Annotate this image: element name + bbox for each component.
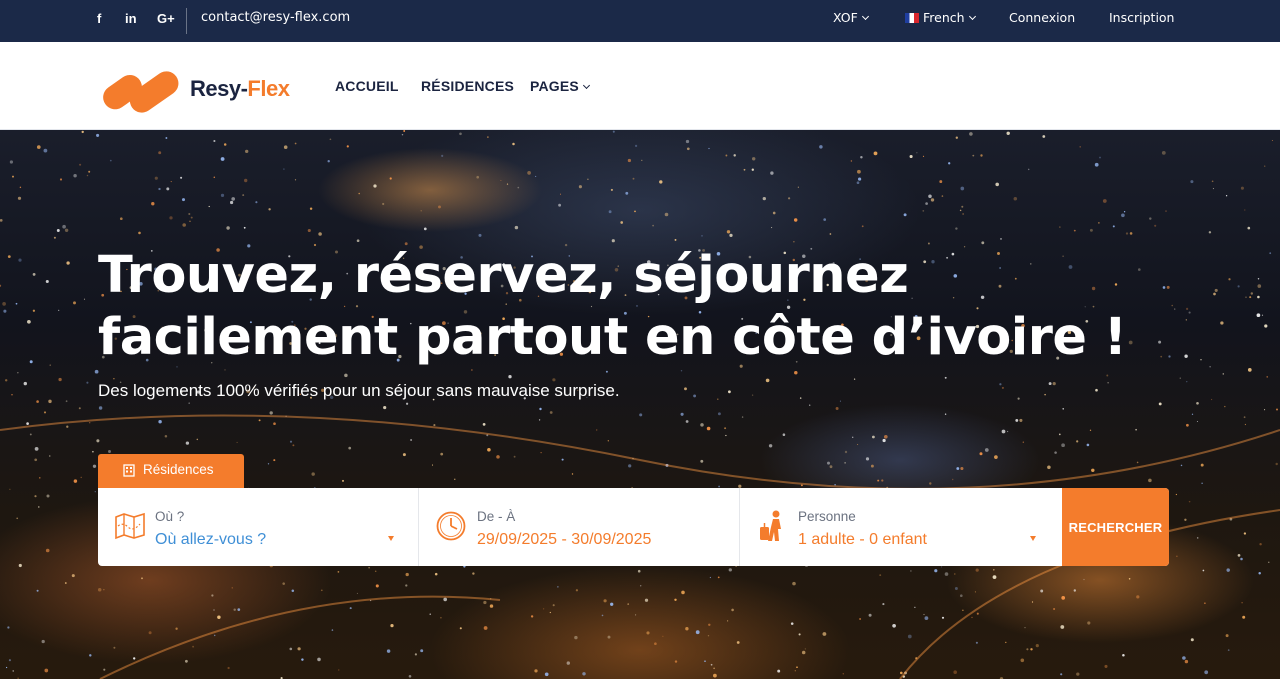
tab-residences[interactable]: Résidences xyxy=(98,454,244,488)
currency-label: XOF xyxy=(833,10,858,25)
brand-name[interactable]: Resy-Flex xyxy=(190,76,290,102)
facebook-icon[interactable]: f xyxy=(97,11,101,26)
traveler-luggage-icon xyxy=(760,510,781,541)
destination-label: Où ? xyxy=(155,509,185,524)
main-navbar: Resy-Flex ACCUEIL RÉSIDENCES PAGES xyxy=(0,42,1280,130)
login-link[interactable]: Connexion xyxy=(1009,10,1075,25)
hero-title: Trouvez, réservez, séjournez facilement … xyxy=(98,246,1127,367)
hero-subtitle: Des logements 100% vérifiés pour un séjo… xyxy=(98,381,620,400)
currency-selector[interactable]: XOF xyxy=(833,10,869,25)
destination-input[interactable]: Où allez-vous ? xyxy=(155,531,266,549)
dates-field[interactable]: De - À 29/09/2025 - 30/09/2025 xyxy=(419,488,740,566)
nav-home[interactable]: ACCUEIL xyxy=(335,78,399,94)
brand-name-accent: Flex xyxy=(247,76,290,101)
clock-icon xyxy=(436,511,466,541)
guests-field[interactable]: Personne 1 adulte - 0 enfant xyxy=(740,488,1062,566)
search-form: Où ? Où allez-vous ? De - À 29/09/2025 -… xyxy=(98,488,1169,566)
chevron-down-icon xyxy=(861,12,869,21)
guests-label: Personne xyxy=(798,509,856,524)
map-icon xyxy=(115,512,145,540)
top-bar: f in G+ contact@resy-flex.com XOF French… xyxy=(0,0,1280,42)
dates-input[interactable]: 29/09/2025 - 30/09/2025 xyxy=(477,531,651,549)
linkedin-icon[interactable]: in xyxy=(125,11,137,26)
contact-email-link[interactable]: contact@resy-flex.com xyxy=(201,10,350,25)
language-selector[interactable]: French xyxy=(905,10,976,25)
chevron-down-icon xyxy=(968,12,976,21)
hero-section: Trouvez, réservez, séjournez facilement … xyxy=(0,130,1280,679)
nav-pages-label: PAGES xyxy=(530,78,579,94)
french-flag-icon xyxy=(905,13,919,23)
signup-link[interactable]: Inscription xyxy=(1109,10,1175,25)
google-plus-icon[interactable]: G+ xyxy=(157,11,175,26)
brand-name-main: Resy- xyxy=(190,76,248,101)
nav-pages[interactable]: PAGES xyxy=(530,78,591,94)
search-button[interactable]: RECHERCHER xyxy=(1062,488,1169,566)
language-label: French xyxy=(923,10,965,25)
tab-residences-label: Résidences xyxy=(143,462,214,477)
chevron-down-icon xyxy=(582,81,591,90)
city-night-background xyxy=(0,130,1280,679)
topbar-divider xyxy=(186,8,187,34)
destination-field[interactable]: Où ? Où allez-vous ? xyxy=(98,488,419,566)
nav-residences[interactable]: RÉSIDENCES xyxy=(421,78,514,94)
dropdown-caret-icon[interactable] xyxy=(388,536,394,541)
building-icon xyxy=(123,464,135,477)
dropdown-caret-icon[interactable] xyxy=(1030,536,1036,541)
dates-label: De - À xyxy=(477,509,516,524)
guests-input[interactable]: 1 adulte - 0 enfant xyxy=(798,531,927,549)
